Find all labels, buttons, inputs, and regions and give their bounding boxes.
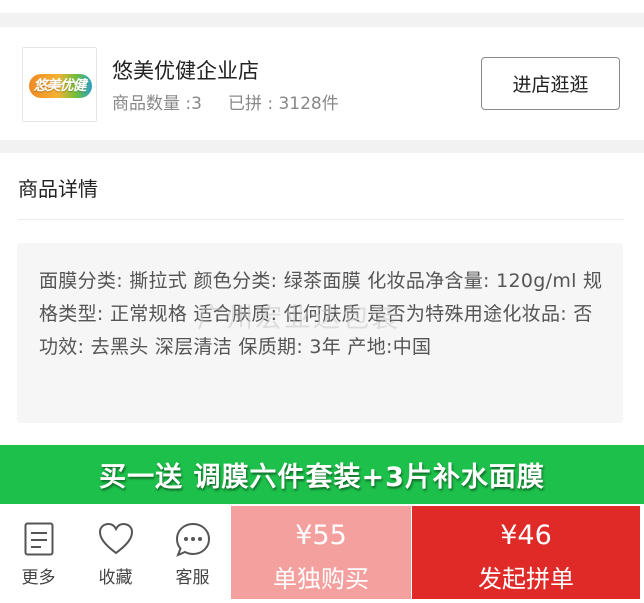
customer-service-button[interactable]: 客服	[154, 504, 231, 599]
chat-bubble-icon	[175, 522, 211, 562]
promo-banner[interactable]: 买一送 调膜六件套装+3片补水面膜	[0, 445, 644, 504]
shop-stats: 商品数量 :3 已拼 : 3128件	[112, 89, 339, 114]
divider	[18, 219, 624, 220]
favorite-label: 收藏	[98, 568, 133, 588]
shop-logo[interactable]: 悠美优健	[22, 47, 97, 122]
detail-spec-text: 面膜分类: 撕拉式 颜色分类: 绿茶面膜 化妆品净含量: 120g/ml 规格类…	[39, 270, 603, 358]
previous-section-card	[0, 0, 644, 13]
shop-name[interactable]: 悠美优健企业店	[112, 55, 259, 85]
heart-icon	[98, 522, 134, 560]
product-count: 商品数量 :3	[112, 94, 202, 114]
detail-title: 商品详情	[18, 177, 98, 201]
more-button[interactable]: 更多	[0, 504, 77, 599]
favorite-button[interactable]: 收藏	[77, 504, 154, 599]
logo-text: 悠美优健	[33, 77, 87, 94]
enter-shop-button[interactable]: 进店逛逛	[481, 57, 620, 110]
more-label: 更多	[21, 568, 56, 588]
bottom-action-bar: 更多 收藏 客服 ¥55 单独购买 ¥46 发起拼单	[0, 504, 644, 603]
solo-label: 单独购买	[273, 565, 369, 593]
solo-price: ¥55	[295, 520, 347, 551]
detail-spec-box: 面膜分类: 撕拉式 颜色分类: 绿茶面膜 化妆品净含量: 120g/ml 规格类…	[17, 243, 623, 423]
sold-count: 已拼 : 3128件	[227, 94, 339, 114]
group-label: 发起拼单	[478, 565, 574, 593]
list-icon	[24, 522, 54, 560]
start-group-buy-button[interactable]: ¥46 发起拼单	[412, 506, 640, 599]
group-price: ¥46	[500, 520, 552, 551]
promo-text: 买一送 调膜六件套装+3片补水面膜	[99, 462, 545, 493]
service-label: 客服	[175, 568, 210, 588]
product-detail-section: 商品详情 面膜分类: 撕拉式 颜色分类: 绿茶面膜 化妆品净含量: 120g/m…	[0, 153, 644, 445]
shop-info-bar: 悠美优健 悠美优健企业店 商品数量 :3 已拼 : 3128件 进店逛逛	[0, 27, 644, 140]
buy-alone-button[interactable]: ¥55 单独购买	[231, 506, 411, 599]
